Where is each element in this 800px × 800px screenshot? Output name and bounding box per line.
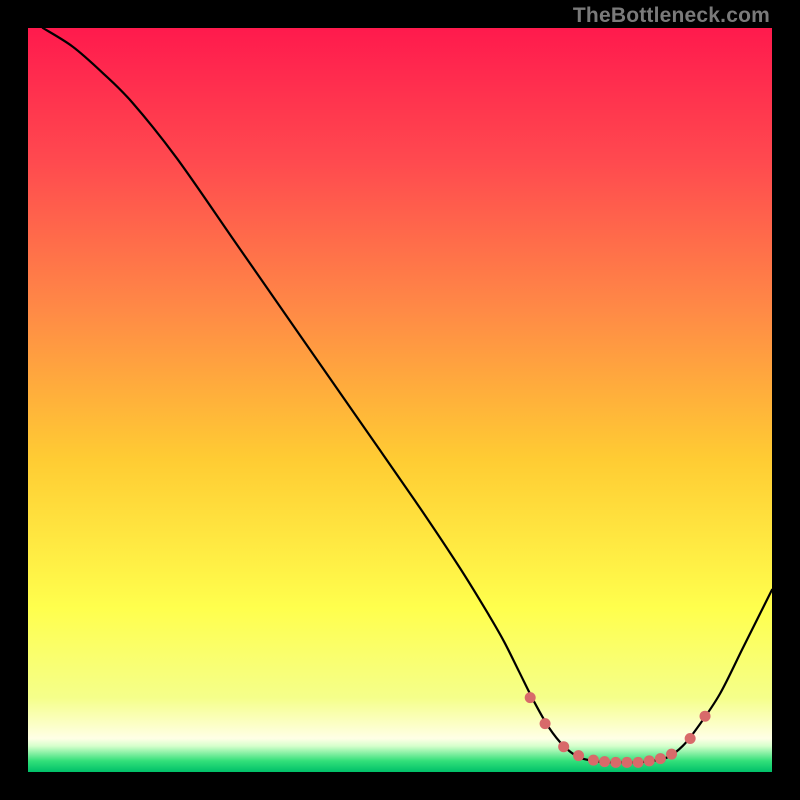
marker-dot [666,749,677,760]
watermark-text: TheBottleneck.com [573,4,770,28]
bottleneck-chart [28,28,772,772]
marker-dot [558,741,569,752]
marker-dot [525,692,536,703]
chart-background [28,28,772,772]
marker-dot [621,757,632,768]
marker-dot [700,711,711,722]
marker-dot [610,757,621,768]
chart-frame [28,28,772,772]
marker-dot [633,757,644,768]
marker-dot [685,733,696,744]
marker-dot [599,756,610,767]
marker-dot [540,718,551,729]
marker-dot [644,755,655,766]
marker-dot [573,750,584,761]
marker-dot [588,755,599,766]
marker-dot [655,753,666,764]
